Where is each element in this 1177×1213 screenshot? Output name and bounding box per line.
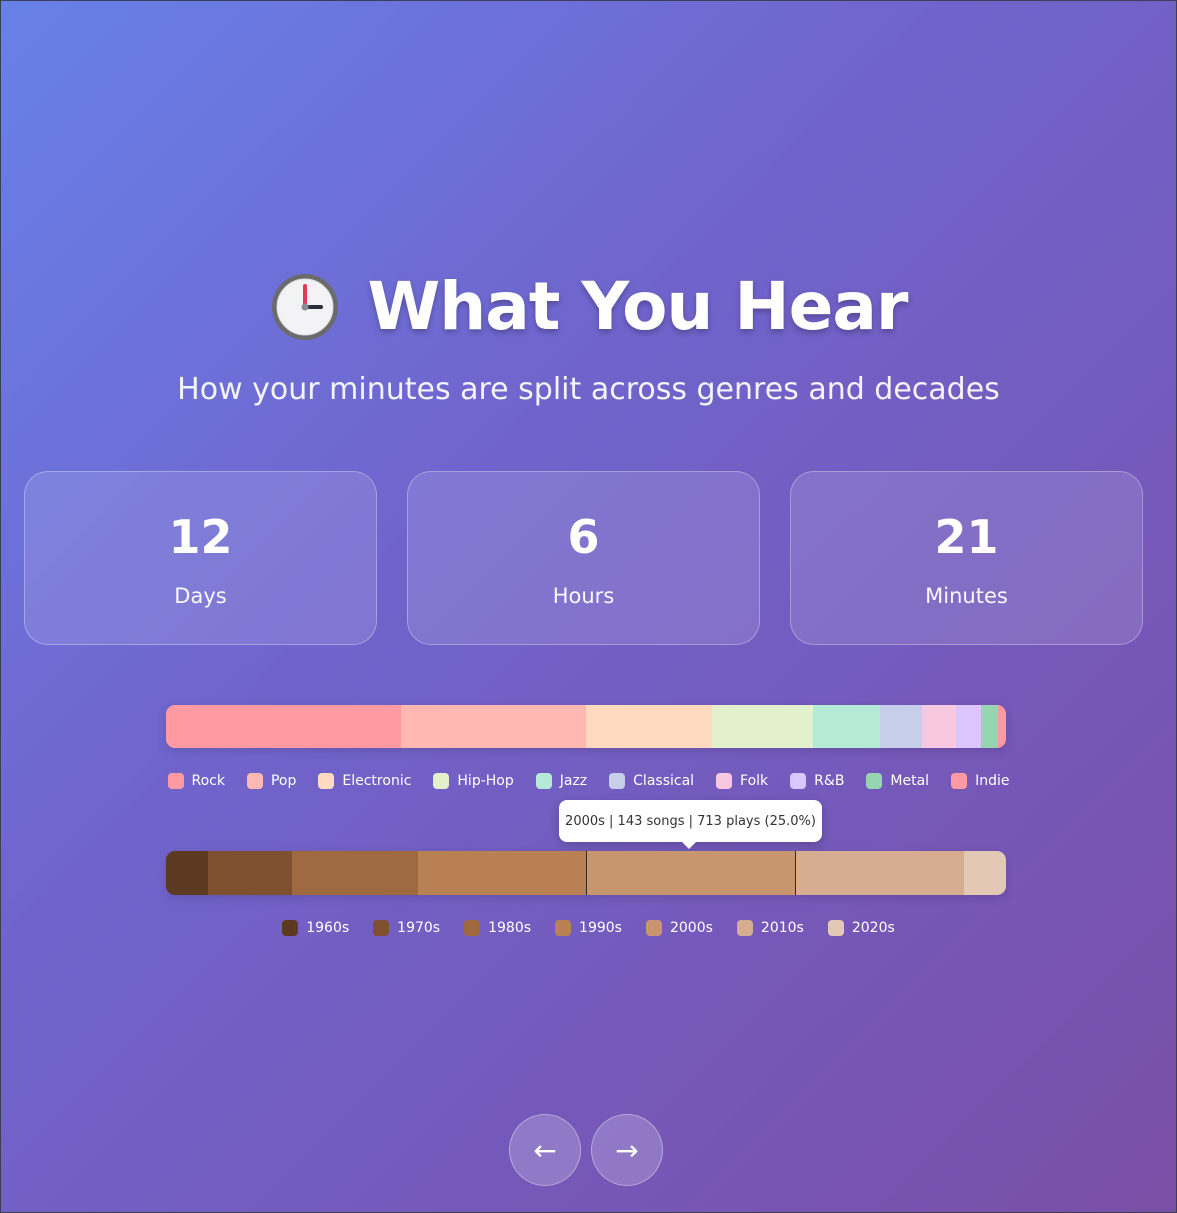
genre-segment-hip-hop[interactable] (711, 705, 813, 748)
legend-label: 2000s (669, 920, 713, 936)
genre-legend-item-metal: Metal (866, 773, 929, 789)
legend-label: Metal (890, 773, 930, 789)
genre-segment-indie[interactable] (997, 705, 1006, 748)
decade-segment-1980s[interactable] (292, 851, 418, 895)
stat-value: 21 (934, 510, 999, 564)
decade-segment-2000s[interactable] (586, 851, 796, 895)
legend-swatch (282, 920, 299, 936)
legend-swatch (716, 773, 733, 789)
decade-segment-1990s[interactable] (418, 851, 586, 895)
genre-stacked-bar (166, 705, 1006, 748)
genre-segment-pop[interactable] (401, 705, 586, 748)
genre-segment-rock[interactable] (166, 705, 402, 748)
genre-legend-item-hip-hop: Hip-Hop (433, 773, 514, 789)
decade-legend-item-1960s: 1960s (282, 920, 349, 936)
legend-swatch (246, 773, 263, 789)
genre-segment-classical[interactable] (879, 705, 922, 748)
header: What You Hear (0, 268, 1177, 345)
legend-swatch (866, 773, 883, 789)
legend-swatch (951, 773, 968, 789)
previous-button[interactable]: ← (509, 1114, 581, 1186)
stat-card-minutes: 21 Minutes (790, 471, 1143, 645)
genre-legend-item-jazz: Jazz (535, 773, 588, 789)
genre-legend-item-folk: Folk (716, 773, 768, 789)
next-button[interactable]: → (591, 1114, 663, 1186)
decade-segment-2010s[interactable] (796, 851, 964, 895)
genre-segment-metal[interactable] (980, 705, 998, 748)
legend-label: R&B (814, 773, 845, 789)
legend-swatch (736, 920, 753, 936)
navigation: ← → (509, 1114, 663, 1186)
legend-label: Indie (975, 773, 1010, 789)
genre-legend-item-electronic: Electronic (318, 773, 411, 789)
legend-swatch (535, 773, 552, 789)
legend-swatch (373, 920, 390, 936)
clock-icon (271, 273, 338, 340)
genre-legend-item-r-b: R&B (790, 773, 844, 789)
legend-swatch (609, 773, 626, 789)
decade-segment-1960s[interactable] (166, 851, 208, 895)
decade-segment-1970s[interactable] (208, 851, 292, 895)
stat-value: 12 (168, 510, 233, 564)
stat-value: 6 (567, 510, 600, 564)
decade-legend-item-2020s: 2020s (827, 920, 895, 936)
legend-swatch (464, 920, 481, 936)
legend-label: Classical (633, 773, 695, 789)
legend-swatch (167, 773, 184, 789)
genre-legend-item-rock: Rock (167, 773, 225, 789)
legend-label: Jazz (559, 773, 588, 789)
genre-legend-item-pop: Pop (246, 773, 297, 789)
legend-swatch (433, 773, 450, 789)
stat-label: Minutes (925, 584, 1008, 608)
legend-label: Electronic (342, 773, 412, 789)
genre-segment-folk[interactable] (921, 705, 956, 748)
legend-label: 1960s (306, 920, 350, 936)
legend-label: Pop (270, 773, 297, 789)
genre-legend: Rock Pop Electronic Hip-Hop Jazz Classical Fol… (0, 773, 1177, 789)
stat-label: Hours (552, 584, 615, 608)
decade-legend-item-1990s: 1990s (555, 920, 622, 936)
legend-swatch (827, 920, 844, 936)
legend-swatch (790, 773, 807, 789)
legend-swatch (555, 920, 572, 936)
legend-label: 2020s (851, 920, 895, 936)
legend-label: 2010s (760, 920, 804, 936)
legend-label: Rock (191, 773, 225, 789)
genre-legend-item-indie: Indie (951, 773, 1009, 789)
decade-segment-2020s[interactable] (964, 851, 1006, 895)
page-subtitle: How your minutes are split across genres… (177, 372, 1000, 407)
legend-label: 1980s (488, 920, 532, 936)
stat-card-days: 12 Days (24, 471, 377, 645)
decade-legend: 1960s 1970s 1980s 1990s 2000s 2010s 2020s (0, 920, 1177, 936)
legend-swatch (318, 773, 335, 789)
stat-card-hours: 6 Hours (407, 471, 760, 645)
legend-label: Folk (740, 773, 769, 789)
legend-label: Hip-Hop (457, 773, 514, 789)
decade-legend-item-2000s: 2000s (645, 920, 713, 936)
decade-legend-item-1980s: 1980s (464, 920, 531, 936)
legend-label: 1970s (397, 920, 441, 936)
legend-swatch (645, 920, 662, 936)
decade-legend-item-1970s: 1970s (373, 920, 440, 936)
stats-row: 12 Days 6 Hours 21 Minutes (24, 471, 1143, 645)
genre-legend-item-classical: Classical (609, 773, 694, 789)
stat-label: Days (174, 584, 227, 608)
legend-label: 1990s (579, 920, 622, 936)
genre-segment-jazz[interactable] (812, 705, 880, 748)
decade-stacked-bar (166, 851, 1006, 895)
genre-segment-electronic[interactable] (585, 705, 712, 748)
decade-legend-item-2010s: 2010s (736, 920, 804, 936)
decade-tooltip: 2000s | 143 songs | 713 plays (25.0%) (559, 800, 822, 849)
genre-segment-r-b[interactable] (955, 705, 981, 748)
page-title: What You Hear (367, 268, 909, 345)
